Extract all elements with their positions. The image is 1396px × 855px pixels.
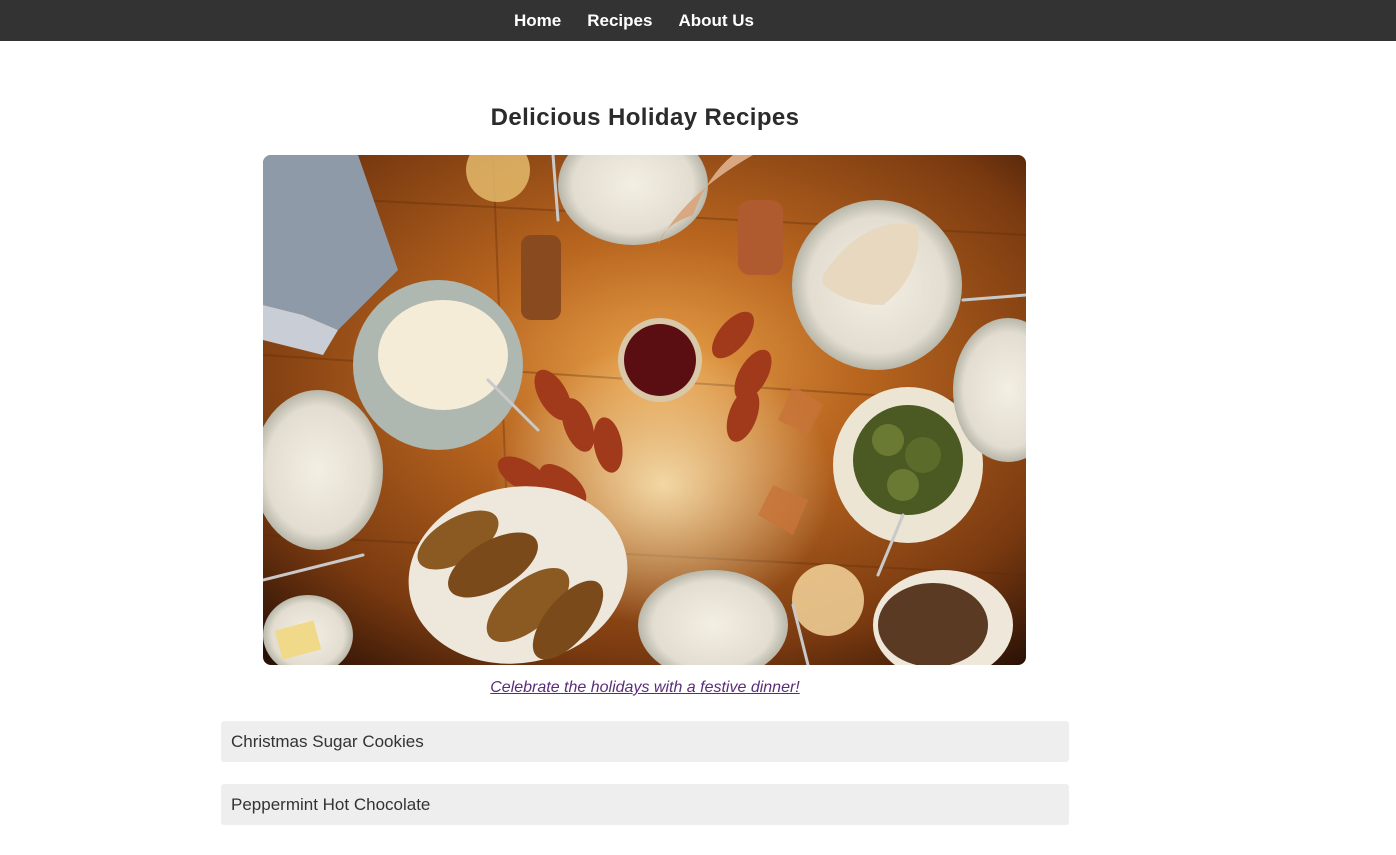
page-title: Delicious Holiday Recipes: [490, 104, 800, 131]
top-nav: Home Recipes About Us: [0, 0, 1396, 41]
nav-home-link[interactable]: Home: [514, 11, 561, 31]
recipe-item-peppermint-hot-chocolate[interactable]: Peppermint Hot Chocolate: [221, 784, 1069, 825]
caption-link[interactable]: Celebrate the holidays with a festive di…: [0, 679, 1290, 697]
recipe-item-christmas-sugar-cookies[interactable]: Christmas Sugar Cookies: [221, 721, 1069, 762]
holiday-dinner-photo: [263, 155, 1026, 665]
nav-recipes-link[interactable]: Recipes: [587, 11, 652, 31]
nav-links: Home Recipes About Us: [514, 11, 754, 31]
nav-about-us-link[interactable]: About Us: [678, 11, 754, 31]
